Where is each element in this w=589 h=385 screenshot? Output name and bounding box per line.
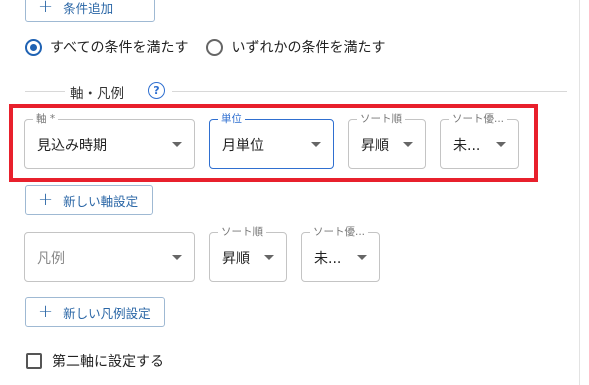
add-condition-label: 条件追加 <box>63 0 114 16</box>
legend-select[interactable]: 凡例 <box>24 232 195 282</box>
sort-priority-label: ソート優... <box>449 112 508 126</box>
sort-order-label: ソート順 <box>357 112 405 126</box>
legend-sort-order-select[interactable]: ソート順 昇順 <box>209 225 287 282</box>
legend-sort-priority-select[interactable]: ソート優... 未... <box>301 225 380 282</box>
add-condition-button[interactable]: + 条件追加 <box>25 0 155 22</box>
panel-border <box>579 0 580 385</box>
condition-match-options: すべての条件を満たす いずれかの条件を満たす <box>25 36 403 58</box>
match-all-radio-option[interactable]: すべての条件を満たす <box>25 37 188 57</box>
match-any-radio[interactable] <box>206 38 224 56</box>
unit-select[interactable]: 単位 月単位 <box>209 112 334 169</box>
legend-sort-order-value: 昇順 <box>222 251 250 267</box>
legend-sort-priority-label: ソート優... <box>310 225 369 239</box>
chevron-down-icon <box>172 142 182 147</box>
axis-select-value: 見込み時期 <box>37 138 107 154</box>
match-all-radio[interactable] <box>25 38 42 56</box>
sort-priority-select[interactable]: ソート優... 未... <box>440 112 519 169</box>
plus-icon: + <box>38 189 54 210</box>
plus-icon: + <box>38 301 54 322</box>
chevron-down-icon <box>403 142 413 147</box>
second-axis-option[interactable]: 第二軸に設定する <box>26 351 164 371</box>
chevron-down-icon <box>264 255 274 260</box>
chevron-down-icon <box>357 255 367 260</box>
axis-select[interactable]: 軸 * 見込み時期 <box>24 112 195 169</box>
new-legend-button[interactable]: + 新しい凡例設定 <box>25 297 165 327</box>
sort-priority-value: 未... <box>453 138 481 154</box>
new-legend-label: 新しい凡例設定 <box>63 305 151 321</box>
sort-order-value: 昇順 <box>361 138 389 154</box>
match-any-label: いずれかの条件を満たす <box>231 40 386 56</box>
legend-sort-order-label: ソート順 <box>218 225 266 239</box>
new-axis-label: 新しい軸設定 <box>63 193 139 209</box>
unit-select-value: 月単位 <box>222 138 264 154</box>
chevron-down-icon <box>496 142 506 147</box>
match-all-label: すべての条件を満たす <box>50 40 189 56</box>
match-any-radio-option[interactable]: いずれかの条件を満たす <box>206 37 385 57</box>
legend-sort-priority-value: 未... <box>314 251 342 267</box>
chevron-down-icon <box>311 142 321 147</box>
legend-select-placeholder: 凡例 <box>37 251 65 267</box>
axis-legend-section-title: 軸・凡例 <box>70 86 124 102</box>
sort-order-select[interactable]: ソート順 昇順 <box>348 112 426 169</box>
new-axis-button[interactable]: + 新しい軸設定 <box>25 185 153 215</box>
chevron-down-icon <box>172 255 182 260</box>
second-axis-checkbox[interactable] <box>26 353 42 369</box>
section-divider-right <box>172 91 567 92</box>
second-axis-label: 第二軸に設定する <box>52 354 164 370</box>
unit-select-label: 単位 <box>218 112 245 126</box>
axis-select-label: 軸 * <box>33 112 59 126</box>
question-circle-icon[interactable]: ? <box>148 82 165 99</box>
plus-icon: + <box>38 0 54 17</box>
section-divider-left <box>25 91 65 92</box>
